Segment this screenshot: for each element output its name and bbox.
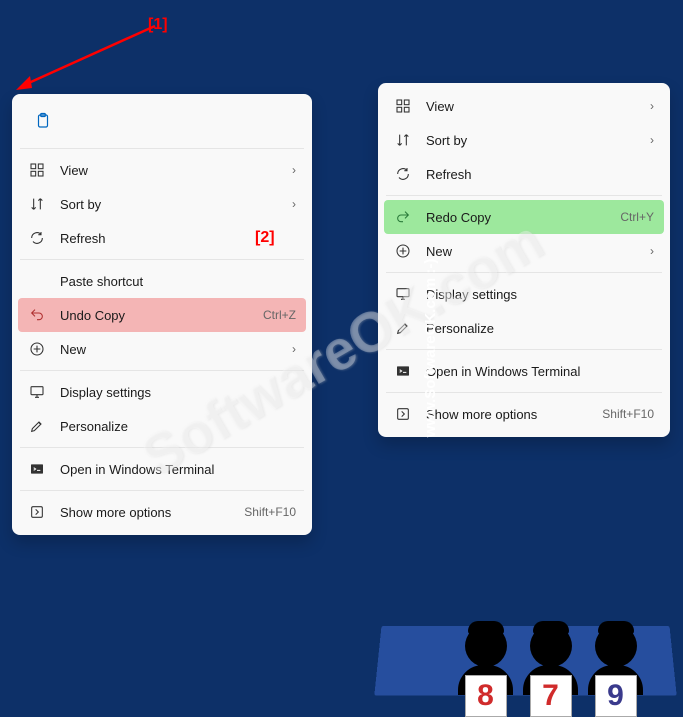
- refresh-icon: [394, 165, 412, 183]
- show-more-icon: [394, 405, 412, 423]
- menu-separator: [386, 349, 662, 350]
- menu-item-shortcut: Ctrl+Y: [620, 210, 654, 224]
- display-icon: [28, 383, 46, 401]
- menu-item-personalize[interactable]: Personalize: [18, 409, 306, 443]
- chevron-right-icon: ›: [292, 163, 296, 177]
- menu-item-label: Undo Copy: [60, 308, 263, 323]
- menu-item-label: Sort by: [426, 133, 642, 148]
- paste-toolbar-button[interactable]: [26, 104, 60, 138]
- menu-separator: [20, 259, 304, 260]
- menu-item-label: Paste shortcut: [60, 274, 296, 289]
- menu-item-redo-copy[interactable]: Redo Copy Ctrl+Y: [384, 200, 664, 234]
- menu-item-shortcut: Shift+F10: [244, 505, 296, 519]
- menu-item-label: Show more options: [60, 505, 244, 520]
- chevron-right-icon: ›: [292, 342, 296, 356]
- menu-item-new[interactable]: New ›: [18, 332, 306, 366]
- sort-icon: [394, 131, 412, 149]
- menu-item-label: Refresh: [426, 167, 654, 182]
- context-menu-toolbar: [18, 100, 306, 144]
- paste-icon: [34, 112, 52, 130]
- context-menu-right: View › Sort by › Refresh Redo Copy Ctrl+…: [378, 83, 670, 437]
- score-card: 9: [595, 675, 637, 717]
- new-icon: [28, 340, 46, 358]
- annotation-label-2: [2]: [255, 229, 275, 247]
- personalize-icon: [394, 319, 412, 337]
- menu-item-undo-copy[interactable]: Undo Copy Ctrl+Z: [18, 298, 306, 332]
- chevron-right-icon: ›: [650, 133, 654, 147]
- sort-icon: [28, 195, 46, 213]
- menu-item-label: Redo Copy: [426, 210, 620, 225]
- score-card: 7: [530, 675, 572, 717]
- menu-item-terminal[interactable]: Open in Windows Terminal: [384, 354, 664, 388]
- menu-separator: [386, 195, 662, 196]
- judge-figure: 9: [588, 625, 643, 695]
- view-icon: [28, 161, 46, 179]
- annotation-arrow: [10, 18, 160, 98]
- menu-item-personalize[interactable]: Personalize: [384, 311, 664, 345]
- judge-figure: 7: [523, 625, 578, 695]
- menu-separator: [20, 490, 304, 491]
- menu-item-view[interactable]: View ›: [384, 89, 664, 123]
- undo-icon: [28, 306, 46, 324]
- menu-item-terminal[interactable]: Open in Windows Terminal: [18, 452, 306, 486]
- menu-item-label: Personalize: [426, 321, 654, 336]
- menu-item-label: View: [60, 163, 284, 178]
- menu-item-label: Show more options: [426, 407, 602, 422]
- chevron-right-icon: ›: [292, 197, 296, 211]
- menu-item-display-settings[interactable]: Display settings: [18, 375, 306, 409]
- chevron-right-icon: ›: [650, 244, 654, 258]
- menu-item-sort-by[interactable]: Sort by ›: [384, 123, 664, 157]
- menu-separator: [386, 392, 662, 393]
- menu-item-refresh[interactable]: Refresh: [384, 157, 664, 191]
- terminal-icon: [394, 362, 412, 380]
- menu-item-label: Personalize: [60, 419, 296, 434]
- judges-panel: 8 7 9: [453, 625, 648, 695]
- annotation-label-1: [1]: [148, 16, 168, 34]
- menu-item-show-more[interactable]: Show more options Shift+F10: [18, 495, 306, 529]
- menu-item-show-more[interactable]: Show more options Shift+F10: [384, 397, 664, 431]
- menu-item-shortcut: Shift+F10: [602, 407, 654, 421]
- personalize-icon: [28, 417, 46, 435]
- terminal-icon: [28, 460, 46, 478]
- menu-item-label: Open in Windows Terminal: [426, 364, 654, 379]
- menu-separator: [20, 148, 304, 149]
- menu-item-sort-by[interactable]: Sort by ›: [18, 187, 306, 221]
- judge-figure: 8: [458, 625, 513, 695]
- refresh-icon: [28, 229, 46, 247]
- menu-separator: [20, 370, 304, 371]
- menu-item-label: View: [426, 99, 642, 114]
- menu-item-label: New: [60, 342, 284, 357]
- context-menu-left: View › Sort by › Refresh Paste shortcut …: [12, 94, 312, 535]
- show-more-icon: [28, 503, 46, 521]
- redo-icon: [394, 208, 412, 226]
- menu-item-view[interactable]: View ›: [18, 153, 306, 187]
- menu-separator: [386, 272, 662, 273]
- menu-item-new[interactable]: New ›: [384, 234, 664, 268]
- menu-item-label: Display settings: [60, 385, 296, 400]
- menu-item-label: Open in Windows Terminal: [60, 462, 296, 477]
- menu-item-label: New: [426, 244, 642, 259]
- menu-item-paste-shortcut[interactable]: Paste shortcut: [18, 264, 306, 298]
- menu-item-display-settings[interactable]: Display settings: [384, 277, 664, 311]
- view-icon: [394, 97, 412, 115]
- menu-separator: [20, 447, 304, 448]
- menu-item-shortcut: Ctrl+Z: [263, 308, 296, 322]
- score-card: 8: [465, 675, 507, 717]
- chevron-right-icon: ›: [650, 99, 654, 113]
- new-icon: [394, 242, 412, 260]
- menu-item-label: Display settings: [426, 287, 654, 302]
- menu-item-label: Sort by: [60, 197, 284, 212]
- display-icon: [394, 285, 412, 303]
